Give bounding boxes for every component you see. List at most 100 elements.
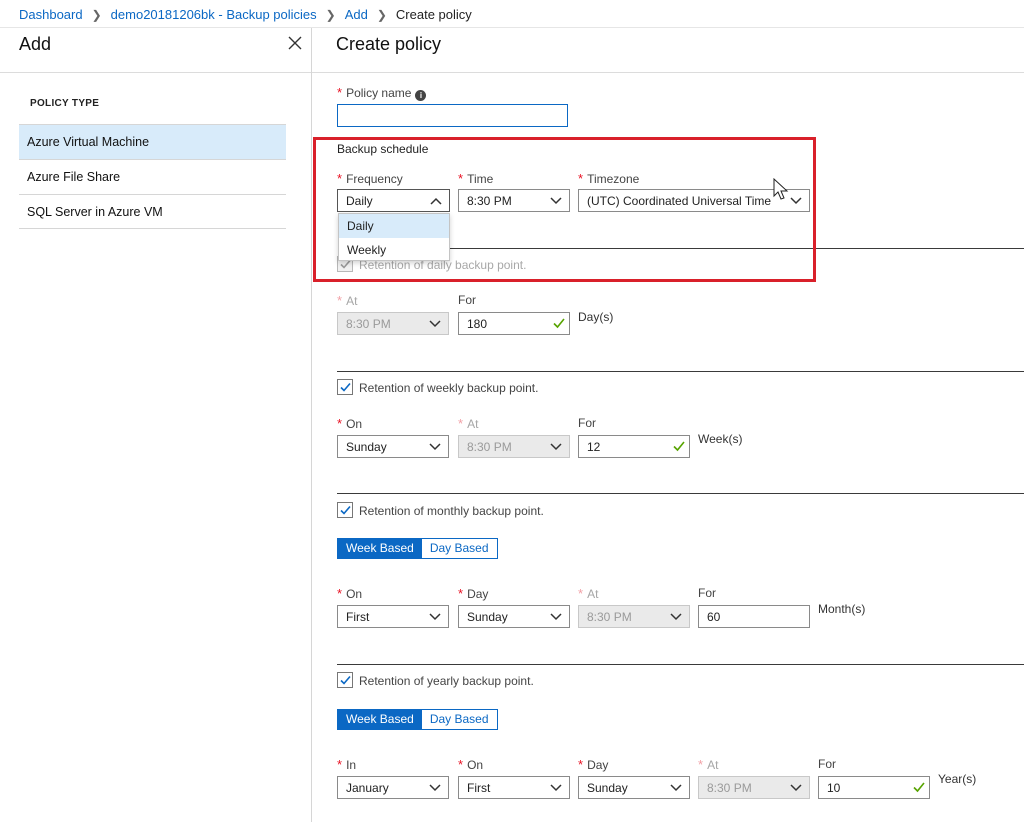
chevron-down-icon	[790, 197, 802, 205]
yearly-day-label: * Day	[578, 757, 609, 772]
chevron-down-icon	[670, 784, 682, 792]
close-button[interactable]	[286, 34, 304, 52]
monthly-basis-toggle: Week Based Day Based	[337, 538, 498, 559]
daily-unit: Day(s)	[578, 310, 614, 324]
yearly-on-label: * On	[458, 757, 484, 772]
policy-name-label: * Policy name i	[337, 85, 427, 101]
monthly-day-label: * Day	[458, 586, 489, 601]
checkmark-icon	[673, 441, 685, 452]
yearly-at-dropdown[interactable]: 8:30 PM	[698, 776, 810, 799]
yearly-in-label: * In	[337, 757, 357, 772]
mouse-cursor-icon	[773, 178, 789, 200]
yearly-on-dropdown[interactable]: First	[458, 776, 570, 799]
page-title: Create policy	[336, 34, 442, 54]
breadcrumb-separator-icon: ❯	[91, 7, 102, 22]
policy-type-heading: POLICY TYPE	[30, 98, 100, 109]
monthly-for-label: For	[698, 586, 716, 600]
monthly-on-dropdown[interactable]: First	[337, 605, 449, 628]
checkbox-checked-icon	[340, 505, 351, 515]
monthly-for-input[interactable]: 60	[698, 605, 810, 628]
weekly-retention-checkbox[interactable]	[337, 379, 353, 395]
breadcrumb-add[interactable]: Add	[345, 7, 368, 22]
policy-type-azure-file-share[interactable]: Azure File Share	[19, 159, 286, 194]
weekly-at-label: * At	[458, 416, 479, 431]
chevron-down-icon	[790, 784, 802, 792]
chevron-down-icon	[429, 784, 441, 792]
monthly-day-dropdown[interactable]: Sunday	[458, 605, 570, 628]
weekly-retention-label: Retention of weekly backup point.	[359, 381, 539, 395]
weekly-for-input[interactable]: 12	[578, 435, 690, 458]
frequency-options-menu: Daily Weekly	[338, 213, 450, 261]
blade-divider	[311, 28, 312, 822]
checkbox-checked-icon	[340, 382, 351, 392]
chevron-down-icon	[550, 613, 562, 621]
weekly-for-label: For	[578, 416, 596, 430]
left-header-divider	[0, 72, 311, 73]
close-icon	[288, 36, 302, 50]
backup-schedule-heading: Backup schedule	[337, 142, 429, 156]
daily-for-label: For	[458, 293, 476, 307]
right-header-divider	[312, 72, 1024, 73]
add-blade-title: Add	[19, 34, 52, 54]
checkmark-icon	[913, 782, 925, 793]
section-divider	[337, 664, 1024, 665]
weekly-unit: Week(s)	[698, 432, 743, 446]
info-icon[interactable]: i	[415, 90, 427, 101]
chevron-down-icon	[429, 613, 441, 621]
weekly-on-dropdown[interactable]: Sunday	[337, 435, 449, 458]
frequency-label: * Frequency	[337, 171, 403, 186]
policy-type-azure-vm[interactable]: Azure Virtual Machine	[19, 124, 286, 159]
breadcrumb-backup-policies[interactable]: demo20181206bk - Backup policies	[111, 7, 317, 22]
section-divider	[450, 248, 1024, 249]
section-divider	[337, 371, 1024, 372]
monthly-retention-checkbox[interactable]	[337, 502, 353, 518]
breadcrumb-separator-icon: ❯	[325, 7, 336, 22]
checkmark-icon	[553, 318, 565, 329]
monthly-at-label: * At	[578, 586, 599, 601]
chevron-down-icon	[429, 443, 441, 451]
yearly-retention-checkbox[interactable]	[337, 672, 353, 688]
yearly-unit: Year(s)	[938, 772, 977, 786]
time-dropdown[interactable]: 8:30 PM	[458, 189, 570, 212]
chevron-down-icon	[550, 784, 562, 792]
frequency-option-daily[interactable]: Daily	[339, 214, 449, 238]
breadcrumb-separator-icon: ❯	[376, 7, 387, 22]
yearly-day-dropdown[interactable]: Sunday	[578, 776, 690, 799]
monthly-at-dropdown[interactable]: 8:30 PM	[578, 605, 690, 628]
breadcrumb-dashboard[interactable]: Dashboard	[19, 7, 83, 22]
yearly-week-based-button[interactable]: Week Based	[338, 710, 422, 729]
monthly-week-based-button[interactable]: Week Based	[338, 539, 422, 558]
yearly-in-dropdown[interactable]: January	[337, 776, 449, 799]
chevron-down-icon	[429, 320, 441, 328]
timezone-label: * Timezone	[578, 171, 640, 186]
weekly-at-dropdown[interactable]: 8:30 PM	[458, 435, 570, 458]
frequency-dropdown[interactable]: Daily	[337, 189, 450, 212]
yearly-basis-toggle: Week Based Day Based	[337, 709, 498, 730]
yearly-at-label: * At	[698, 757, 719, 772]
checkbox-checked-icon	[340, 675, 351, 685]
chevron-up-icon	[430, 197, 442, 205]
chevron-down-icon	[550, 197, 562, 205]
frequency-option-weekly[interactable]: Weekly	[339, 238, 449, 262]
policy-name-input[interactable]	[337, 104, 568, 127]
daily-at-dropdown[interactable]: 8:30 PM	[337, 312, 449, 335]
daily-for-input[interactable]: 180	[458, 312, 570, 335]
policy-type-sql-server[interactable]: SQL Server in Azure VM	[19, 194, 286, 229]
yearly-retention-label: Retention of yearly backup point.	[359, 674, 534, 688]
breadcrumb: Dashboard ❯ demo20181206bk - Backup poli…	[19, 7, 472, 22]
chevron-down-icon	[670, 613, 682, 621]
monthly-unit: Month(s)	[818, 602, 866, 616]
breadcrumb-current: Create policy	[395, 7, 472, 22]
monthly-on-label: * On	[337, 586, 363, 601]
time-label: * Time	[458, 171, 494, 186]
yearly-for-label: For	[818, 757, 836, 771]
yearly-for-input[interactable]: 10	[818, 776, 930, 799]
yearly-day-based-button[interactable]: Day Based	[421, 710, 497, 729]
monthly-retention-label: Retention of monthly backup point.	[359, 504, 544, 518]
section-divider	[337, 493, 1024, 494]
weekly-on-label: * On	[337, 416, 363, 431]
chevron-down-icon	[550, 443, 562, 451]
monthly-day-based-button[interactable]: Day Based	[421, 539, 497, 558]
daily-at-label: * At	[337, 293, 358, 308]
policy-type-list: Azure Virtual Machine Azure File Share S…	[19, 124, 286, 229]
